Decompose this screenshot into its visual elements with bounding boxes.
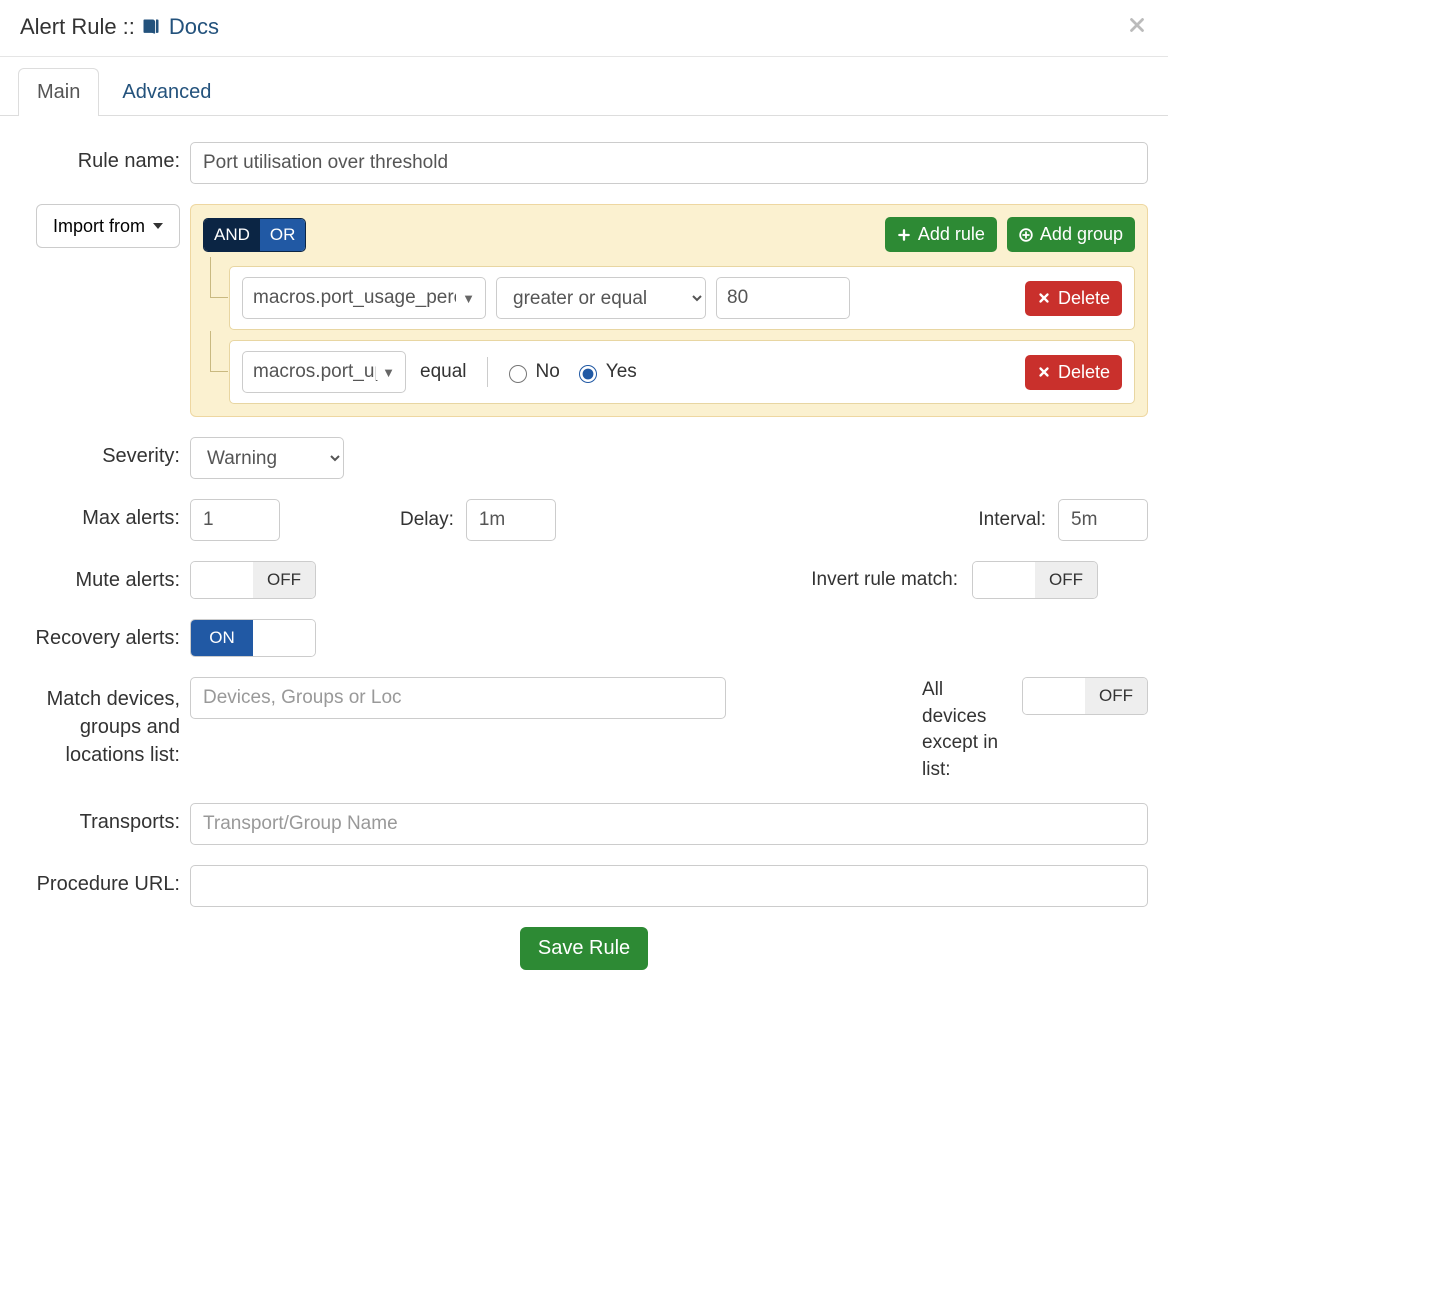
or-option[interactable]: OR xyxy=(260,219,306,251)
add-rule-button[interactable]: Add rule xyxy=(885,217,997,252)
invert-label: Invert rule match: xyxy=(672,569,972,591)
tree-connector xyxy=(210,331,228,372)
max-alerts-input[interactable] xyxy=(190,499,280,541)
title-separator: :: xyxy=(123,14,135,40)
and-option[interactable]: AND xyxy=(204,219,260,251)
rule2-no-radio[interactable] xyxy=(509,365,527,383)
rule1-delete-button[interactable]: Delete xyxy=(1025,281,1122,316)
rule2-no-label: No xyxy=(536,361,560,383)
rule-name-label: Rule name: xyxy=(20,142,190,184)
plus-icon xyxy=(897,228,911,242)
invert-toggle[interactable]: OFF xyxy=(972,561,1098,599)
tab-advanced[interactable]: Advanced xyxy=(103,68,230,116)
rule2-yes-option[interactable]: Yes xyxy=(574,361,637,383)
docs-link[interactable]: Docs xyxy=(141,14,219,40)
rule-row-2: macros.port_up ▼ equal No Yes Del xyxy=(229,340,1135,404)
close-icon xyxy=(1126,14,1148,36)
chevron-down-icon: ▼ xyxy=(376,365,395,380)
severity-select[interactable]: Warning xyxy=(190,437,344,479)
procedure-url-input[interactable] xyxy=(190,865,1148,907)
rule2-no-option[interactable]: No xyxy=(504,361,560,383)
rule1-field-value: macros.port_usage_perc xyxy=(253,287,463,309)
rule2-delete-label: Delete xyxy=(1058,362,1110,383)
procedure-url-label: Procedure URL: xyxy=(20,865,190,907)
match-devices-label: Match devices, groups and locations list… xyxy=(20,677,190,783)
all-except-toggle[interactable]: OFF xyxy=(1022,677,1148,715)
tab-bar: Main Advanced xyxy=(0,57,1168,116)
recovery-label: Recovery alerts: xyxy=(20,619,190,657)
tree-connector xyxy=(210,257,228,298)
modal-title: Alert Rule xyxy=(20,14,117,40)
rule2-yes-radio[interactable] xyxy=(579,365,597,383)
rule-name-input[interactable] xyxy=(190,142,1148,184)
rule1-delete-label: Delete xyxy=(1058,288,1110,309)
close-button[interactable] xyxy=(1126,14,1148,40)
add-group-button[interactable]: Add group xyxy=(1007,217,1135,252)
and-or-toggle[interactable]: AND OR xyxy=(203,218,306,252)
x-icon xyxy=(1037,291,1051,305)
tab-main[interactable]: Main xyxy=(18,68,99,116)
mute-toggle-left xyxy=(191,562,253,598)
invert-toggle-left xyxy=(973,562,1035,598)
recovery-toggle-right xyxy=(253,620,315,656)
chevron-down-icon: ▼ xyxy=(456,291,475,306)
docs-label: Docs xyxy=(169,14,219,40)
rule2-field-value: macros.port_up xyxy=(253,361,385,383)
mute-toggle[interactable]: OFF xyxy=(190,561,316,599)
divider xyxy=(487,357,488,387)
all-except-label: All devices except in list: xyxy=(882,677,1022,783)
match-devices-input[interactable] xyxy=(190,677,726,719)
save-rule-label: Save Rule xyxy=(538,937,630,960)
rule2-delete-button[interactable]: Delete xyxy=(1025,355,1122,390)
rule2-field-select[interactable]: macros.port_up ▼ xyxy=(242,351,406,393)
interval-label: Interval: xyxy=(978,509,1046,531)
add-rule-label: Add rule xyxy=(918,224,985,245)
rule-row-1: macros.port_usage_perc ▼ greater or equa… xyxy=(229,266,1135,330)
transports-label: Transports: xyxy=(20,803,190,845)
transports-input[interactable] xyxy=(190,803,1148,845)
rule1-operator-select[interactable]: greater or equal xyxy=(496,277,706,319)
interval-input[interactable] xyxy=(1058,499,1148,541)
all-except-toggle-left xyxy=(1023,678,1085,714)
import-from-label: Import from xyxy=(53,216,145,237)
save-rule-button[interactable]: Save Rule xyxy=(520,927,648,970)
x-icon xyxy=(1037,365,1051,379)
mute-toggle-value: OFF xyxy=(253,562,315,598)
mute-label: Mute alerts: xyxy=(20,561,190,599)
max-alerts-label: Max alerts: xyxy=(20,499,190,541)
delay-label: Delay: xyxy=(400,509,454,531)
import-from-button[interactable]: Import from xyxy=(36,204,180,248)
invert-toggle-value: OFF xyxy=(1035,562,1097,598)
book-icon xyxy=(141,17,161,37)
severity-label: Severity: xyxy=(20,437,190,479)
query-builder: AND OR Add rule Add group xyxy=(190,204,1148,417)
caret-down-icon xyxy=(153,223,163,229)
rule2-operator-label: equal xyxy=(416,361,471,383)
delay-input[interactable] xyxy=(466,499,556,541)
rule2-yes-label: Yes xyxy=(606,361,637,383)
all-except-toggle-value: OFF xyxy=(1085,678,1147,714)
recovery-toggle-value: ON xyxy=(191,620,253,656)
recovery-toggle[interactable]: ON xyxy=(190,619,316,657)
rule1-field-select[interactable]: macros.port_usage_perc ▼ xyxy=(242,277,486,319)
rule1-value-input[interactable] xyxy=(716,277,850,319)
plus-circle-icon xyxy=(1019,228,1033,242)
add-group-label: Add group xyxy=(1040,224,1123,245)
rule2-yesno-group: No Yes xyxy=(504,361,637,383)
